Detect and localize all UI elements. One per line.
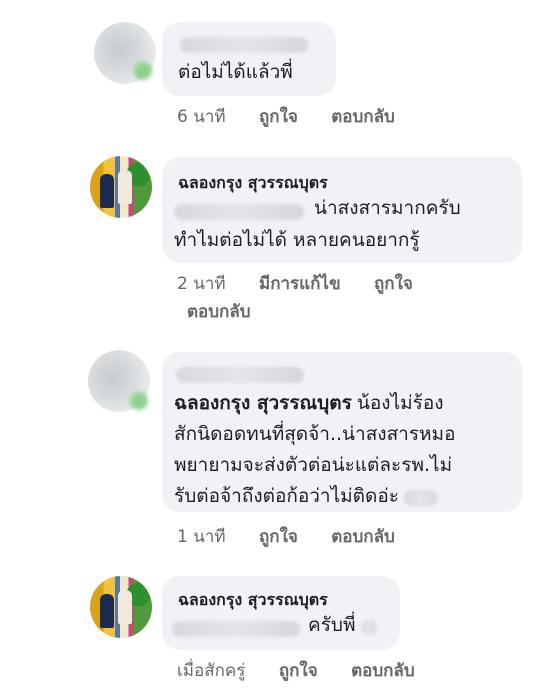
timestamp[interactable]: เมื่อสักครู่	[177, 661, 245, 681]
comment-text: ต่อไม่ได้แล้วพี่	[178, 61, 293, 83]
blurred-word	[404, 489, 439, 506]
comment-text-line-3: พยายามจะส่งตัวต่อน่ะแต่ละรพ.ไม่	[174, 454, 453, 476]
comment-text-line-2: ทำไมต่อไม่ได้ หลายคนอยากรู้	[174, 229, 420, 251]
comment-text: ครับพี่	[308, 614, 356, 636]
like-link[interactable]: ถูกใจ	[259, 107, 298, 127]
reply-link[interactable]: ตอบกลับ	[331, 527, 395, 547]
comment-actions: เมื่อสักครู่ ถูกใจ ตอบกลับ	[177, 657, 443, 684]
comment-actions: 2 นาที มีการแก้ไข ถูกใจ	[177, 270, 441, 297]
comment-bubble: ฉลองกรุง สุวรรณบุตร ครับพี่	[162, 576, 400, 650]
author-name[interactable]: ฉลองกรุง สุวรรณบุตร	[178, 171, 328, 196]
author-name[interactable]: ฉลองกรุง สุวรรณบุตร	[178, 588, 328, 613]
like-link[interactable]: ถูกใจ	[279, 661, 318, 681]
avatar[interactable]	[90, 156, 152, 218]
author-name-blurred[interactable]	[176, 364, 304, 383]
comment-bubble: ฉลองกรุง สุวรรณบุตร น้องไม่ร้อง สักนิดอด…	[162, 352, 522, 512]
avatar[interactable]	[90, 576, 152, 638]
online-status-icon	[130, 392, 148, 410]
comment-actions: 1 นาที ถูกใจ ตอบกลับ	[177, 523, 423, 550]
comment-text-line-2: สักนิดอดทนที่สุดจ้า..น่าสงสารหมอ	[174, 423, 456, 445]
timestamp[interactable]: 6 นาที	[177, 107, 226, 127]
online-status-icon	[134, 62, 152, 80]
reply-link[interactable]: ตอบกลับ	[351, 661, 415, 681]
timestamp[interactable]: 1 นาที	[177, 527, 226, 547]
like-link[interactable]: ถูกใจ	[374, 274, 413, 294]
timestamp[interactable]: 2 นาที	[177, 274, 226, 294]
author-name-blurred[interactable]	[180, 34, 308, 53]
mention-blurred[interactable]	[172, 618, 300, 637]
comment-text-line-4: รับต่อจ้าถึงต่อก้อว่าไม่ติดอ่ะ	[174, 485, 399, 507]
mention-name[interactable]: ฉลองกรุง สุวรรณบุตร	[174, 392, 352, 414]
comment-bubble: ต่อไม่ได้แล้วพี่	[162, 22, 336, 96]
comment-actions-wrap: ตอบกลับ	[187, 298, 279, 325]
edited-label[interactable]: มีการแก้ไข	[259, 274, 341, 294]
mention-blurred[interactable]	[174, 201, 304, 220]
comment-bubble: ฉลองกรุง สุวรรณบุตร น่าสงสารมากครับ ทำไม…	[162, 157, 522, 263]
comment-text-line-1: น่าสงสารมากครับ	[314, 197, 461, 219]
like-link[interactable]: ถูกใจ	[259, 527, 298, 547]
reply-link[interactable]: ตอบกลับ	[331, 107, 395, 127]
blurred-word	[360, 618, 377, 635]
reply-link[interactable]: ตอบกลับ	[187, 302, 251, 322]
comment-text-line-1: น้องไม่ร้อง	[356, 392, 444, 414]
comment-actions: 6 นาที ถูกใจ ตอบกลับ	[177, 103, 423, 130]
